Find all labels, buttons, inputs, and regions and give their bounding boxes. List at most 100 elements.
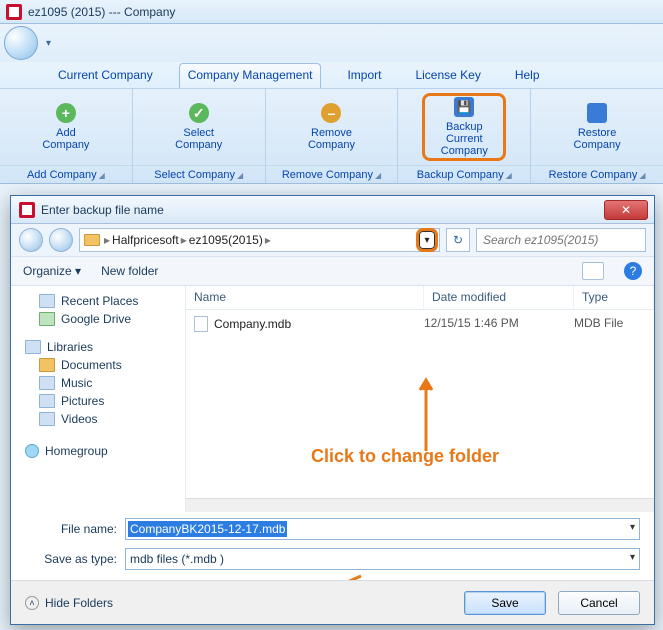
ribbon: AddCompany Add Company◢ SelectCompany Se… <box>0 88 663 184</box>
nav-videos[interactable]: Videos <box>21 410 179 428</box>
tab-help[interactable]: Help <box>507 64 548 88</box>
drive-icon <box>39 312 55 326</box>
hide-folders-button[interactable]: ˄ Hide Folders <box>25 596 113 610</box>
dialog-body: Recent Places Google Drive Libraries Doc… <box>11 286 654 512</box>
tab-current-company[interactable]: Current Company <box>50 64 161 88</box>
save-dialog: Enter backup file name ✕ ▸ Halfpricesoft… <box>10 195 655 625</box>
file-row[interactable]: Company.mdb 12/15/15 1:46 PM MDB File <box>186 310 654 338</box>
breadcrumb-seg2[interactable]: ez1095(2015) <box>189 233 263 247</box>
file-list-pane: Name Date modified Type Company.mdb 12/1… <box>186 286 654 512</box>
launcher-icon[interactable]: ◢ <box>99 171 105 180</box>
file-date: 12/15/15 1:46 PM <box>424 316 574 332</box>
app-titlebar: ez1095 (2015) --- Company <box>0 0 663 24</box>
saveas-label: Save as type: <box>25 552 117 566</box>
launcher-icon[interactable]: ◢ <box>639 171 645 180</box>
chevron-right-icon[interactable]: ▸ <box>265 233 271 247</box>
chevron-right-icon[interactable]: ▸ <box>104 233 110 247</box>
orb-button[interactable] <box>4 26 38 60</box>
chevron-down-icon[interactable]: ▾ <box>630 522 635 533</box>
nav-forward-button[interactable] <box>49 228 73 252</box>
breadcrumb[interactable]: ▸ Halfpricesoft ▸ ez1095(2015) ▸ ▾ <box>79 228 440 252</box>
file-list-header: Name Date modified Type <box>186 286 654 310</box>
col-name[interactable]: Name <box>186 286 424 309</box>
ribbon-group-add: AddCompany Add Company◢ <box>0 89 133 183</box>
minus-icon <box>321 103 341 123</box>
dialog-footer: ˄ Hide Folders Save Cancel <box>11 580 654 624</box>
libraries-icon <box>25 340 41 354</box>
nav-pictures[interactable]: Pictures <box>21 392 179 410</box>
file-type: MDB File <box>574 316 654 332</box>
launcher-icon[interactable]: ◢ <box>375 171 381 180</box>
saveas-select[interactable]: mdb files (*.mdb ) ▾ <box>125 548 640 570</box>
select-company-button[interactable]: SelectCompany <box>133 89 265 165</box>
navigation-pane: Recent Places Google Drive Libraries Doc… <box>11 286 186 512</box>
organize-menu[interactable]: Organize ▾ <box>23 264 81 278</box>
file-icon <box>194 316 208 332</box>
recent-icon <box>39 294 55 308</box>
file-name: Company.mdb <box>214 317 291 331</box>
ribbon-caption-add: Add Company◢ <box>0 165 132 183</box>
nav-google-drive[interactable]: Google Drive <box>21 310 179 328</box>
dialog-toolbar: Organize ▾ New folder ? <box>11 256 654 286</box>
app-title-text: ez1095 (2015) --- Company <box>28 5 175 19</box>
nav-homegroup[interactable]: Homegroup <box>21 442 179 460</box>
music-icon <box>39 376 55 390</box>
add-company-label2: Company <box>42 139 89 151</box>
col-date[interactable]: Date modified <box>424 286 574 309</box>
nav-libraries[interactable]: Libraries <box>21 338 179 356</box>
ribbon-group-select: SelectCompany Select Company◢ <box>133 89 266 183</box>
cancel-button[interactable]: Cancel <box>558 591 640 615</box>
new-folder-button[interactable]: New folder <box>101 264 158 278</box>
chevron-down-icon[interactable]: ▾ <box>630 552 635 563</box>
ribbon-caption-restore: Restore Company◢ <box>531 165 663 183</box>
tab-license-key[interactable]: License Key <box>407 64 488 88</box>
launcher-icon[interactable]: ◢ <box>237 171 243 180</box>
refresh-button[interactable]: ↻ <box>446 228 470 252</box>
dialog-icon <box>19 202 35 218</box>
horizontal-scrollbar[interactable] <box>186 498 654 512</box>
launcher-icon[interactable]: ◢ <box>506 171 512 180</box>
add-company-label1: Add <box>56 127 76 139</box>
pictures-icon <box>39 394 55 408</box>
dialog-titlebar[interactable]: Enter backup file name ✕ <box>11 196 654 224</box>
search-input[interactable] <box>476 228 646 252</box>
ribbon-group-backup: BackupCurrentCompany Backup Company◢ <box>398 89 531 183</box>
breadcrumb-dropdown[interactable]: ▾ <box>419 231 435 249</box>
homegroup-icon <box>25 444 39 458</box>
save-icon <box>454 97 474 117</box>
help-icon[interactable]: ? <box>624 262 642 280</box>
tab-company-management[interactable]: Company Management <box>179 63 322 88</box>
remove-company-button[interactable]: RemoveCompany <box>266 89 398 165</box>
plus-icon <box>56 103 76 123</box>
filename-label: File name: <box>25 522 117 536</box>
view-mode-button[interactable] <box>582 262 604 280</box>
ribbon-caption-backup: Backup Company◢ <box>398 165 530 183</box>
saveas-value: mdb files (*.mdb ) <box>130 552 224 566</box>
dialog-title-text: Enter backup file name <box>41 203 164 217</box>
nav-music[interactable]: Music <box>21 374 179 392</box>
qat-dropdown-icon[interactable]: ▾ <box>46 38 51 49</box>
check-icon <box>189 103 209 123</box>
quick-access-row: ▾ <box>0 24 663 62</box>
restore-company-button[interactable]: RestoreCompany <box>531 89 663 165</box>
ribbon-tabstrip: Current Company Company Management Impor… <box>0 62 663 88</box>
tab-import[interactable]: Import <box>339 64 389 88</box>
breadcrumb-seg1[interactable]: Halfpricesoft <box>112 233 179 247</box>
col-type[interactable]: Type <box>574 286 654 309</box>
backup-company-button[interactable]: BackupCurrentCompany <box>422 93 506 161</box>
chevron-right-icon[interactable]: ▸ <box>181 233 187 247</box>
filename-input[interactable]: CompanyBK2015-12-17.mdb ▾ <box>125 518 640 540</box>
nav-back-button[interactable] <box>19 228 43 252</box>
ribbon-caption-select: Select Company◢ <box>133 165 265 183</box>
save-button[interactable]: Save <box>464 591 546 615</box>
app-icon <box>6 4 22 20</box>
address-bar-row: ▸ Halfpricesoft ▸ ez1095(2015) ▸ ▾ ↻ <box>11 224 654 256</box>
add-company-button[interactable]: AddCompany <box>0 89 132 165</box>
folder-icon <box>84 234 100 246</box>
nav-recent-places[interactable]: Recent Places <box>21 292 179 310</box>
nav-documents[interactable]: Documents <box>21 356 179 374</box>
filename-value: CompanyBK2015-12-17.mdb <box>128 521 287 537</box>
restore-icon <box>587 103 607 123</box>
dialog-fields: File name: CompanyBK2015-12-17.mdb ▾ Sav… <box>11 512 654 580</box>
close-button[interactable]: ✕ <box>604 200 648 220</box>
